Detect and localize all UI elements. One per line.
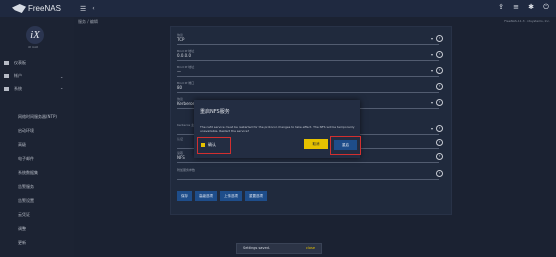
dropdown-arrow-icon[interactable]: ▾ (431, 52, 433, 57)
field-value: NFS (177, 155, 185, 160)
sidebar-subitem-update[interactable]: 更新 (18, 240, 26, 246)
help-icon[interactable]: ? (436, 51, 443, 58)
freenas-logo-icon (12, 4, 26, 13)
bind-ip-select[interactable]: Bind IP 地址 0.0.0.0 ▾ ? (177, 49, 443, 61)
dropdown-arrow-icon[interactable]: ▾ (431, 126, 433, 131)
snackbar: Settings saved. close (236, 243, 322, 254)
help-icon[interactable]: ? (436, 139, 443, 146)
dialog-title: 重启NFS服务 (200, 109, 230, 115)
upload-options-button[interactable]: 上传选项 (220, 191, 242, 201)
field-label: 附加服务参数 (177, 168, 196, 172)
field-value: TCP (177, 37, 185, 42)
breadcrumb: 服务 / 编辑 (78, 19, 98, 24)
app-name: FreeNAS (28, 4, 61, 13)
sidebar-item-label: 帐户 (14, 73, 22, 78)
sidebar-item-label: 系统 (14, 86, 22, 91)
confirm-checkbox-highlight[interactable]: 确认 (197, 137, 231, 154)
restart-button-highlight: 重启 (330, 136, 361, 155)
help-icon[interactable]: ? (436, 153, 443, 160)
chevron-down-icon: ⌄ (60, 73, 64, 79)
sidebar-subitem-tunables[interactable]: 调整 (18, 226, 26, 232)
cancel-button[interactable]: 取消 (304, 139, 328, 149)
sidebar-subitem-cloud-credentials[interactable]: 云凭证 (18, 212, 30, 218)
bind-ip-select-2[interactable]: Bind IP 地址 — ▾ ? (177, 65, 443, 77)
avatar-label: iX root (28, 45, 38, 49)
snackbar-message: Settings saved. (243, 246, 270, 250)
accounts-icon (4, 74, 9, 78)
extra-params-input[interactable]: 附加服务参数 ? (177, 168, 443, 180)
freenas-logo[interactable]: FreeNAS (12, 4, 64, 13)
reset-options-button[interactable]: 重置选项 (245, 191, 267, 201)
dropdown-arrow-icon[interactable]: ▾ (431, 36, 433, 41)
top-bar: FreeNAS ☰ ‹ ⇪ ≡ ✱ ⏻ (0, 0, 556, 17)
dialog-message: The nsfd service must be restarted for t… (200, 125, 355, 133)
field-label: 认证 (177, 137, 184, 141)
dropdown-arrow-icon[interactable]: ▾ (431, 68, 433, 73)
help-icon[interactable]: ? (436, 35, 443, 42)
sidebar-subitem-alert-settings[interactable]: 告警设置 (18, 198, 34, 204)
sidebar-item-system[interactable]: 系统 ⌃ (4, 86, 63, 92)
sidebar: iX iX root 仪表板 帐户 ⌄ 系统 ⌃ 网络时间服务器(NTP) 启动… (0, 17, 74, 257)
help-icon[interactable]: ? (436, 170, 443, 177)
topbar-actions: ⇪ ≡ ✱ ⏻ (497, 3, 550, 11)
menu-icon[interactable]: ☰ (80, 5, 86, 13)
version-text: FreeNAS-11.3 · iXsystems, Inc. (504, 19, 550, 23)
restart-button[interactable]: 重启 (334, 140, 357, 150)
chevron-up-icon: ⌃ (60, 86, 64, 92)
help-icon[interactable]: ? (436, 99, 443, 106)
field-value: 80 (177, 85, 183, 90)
restart-nfs-dialog: 重启NFS服务 The nsfd service must be restart… (194, 100, 361, 158)
field-value: 0.0.0.0 (177, 53, 191, 58)
field-value: Kerberos (177, 101, 195, 106)
help-icon[interactable]: ? (436, 83, 443, 90)
form-actions: 保存 高级选项 上传选项 重置选项 (177, 191, 267, 201)
upload-icon[interactable]: ⇪ (497, 3, 505, 11)
dropdown-arrow-icon[interactable]: ▾ (431, 100, 433, 105)
help-icon[interactable]: ? (436, 125, 443, 132)
list-icon[interactable]: ≡ (512, 3, 520, 11)
sidebar-subitem-ntp[interactable]: 网络时间服务器(NTP) (18, 114, 57, 120)
sidebar-subitem-email[interactable]: 电子邮件 (18, 156, 34, 162)
confirm-label[interactable]: 确认 (208, 142, 216, 148)
save-button[interactable]: 保存 (177, 191, 192, 201)
bind-port-input[interactable]: Bind IP 端口 80 ? (177, 81, 443, 93)
gear-icon[interactable]: ✱ (527, 3, 535, 11)
sidebar-item-dashboard[interactable]: 仪表板 (4, 60, 26, 66)
sidebar-item-accounts[interactable]: 帐户 ⌄ (4, 73, 63, 79)
sidebar-subitem-dataset[interactable]: 系统数据集 (18, 170, 38, 176)
field-value: — (177, 69, 181, 74)
sidebar-item-label: 仪表板 (14, 60, 26, 65)
help-icon[interactable]: ? (436, 67, 443, 74)
chevron-left-icon[interactable]: ‹ (92, 5, 94, 12)
confirm-checkbox[interactable] (201, 143, 205, 147)
sidebar-subitem-boot[interactable]: 启动环境 (18, 128, 34, 134)
sidebar-subitem-alert-services[interactable]: 告警服务 (18, 184, 34, 190)
protocol-select[interactable]: 协议 TCP ▾ ? (177, 33, 443, 45)
power-icon[interactable]: ⏻ (542, 3, 550, 11)
system-icon (4, 87, 9, 91)
sidebar-subitem-advanced[interactable]: 高级 (18, 142, 26, 148)
dashboard-icon (4, 61, 9, 65)
snackbar-close-button[interactable]: close (306, 246, 315, 250)
avatar[interactable]: iX (26, 26, 44, 44)
advanced-options-button[interactable]: 高级选项 (195, 191, 217, 201)
